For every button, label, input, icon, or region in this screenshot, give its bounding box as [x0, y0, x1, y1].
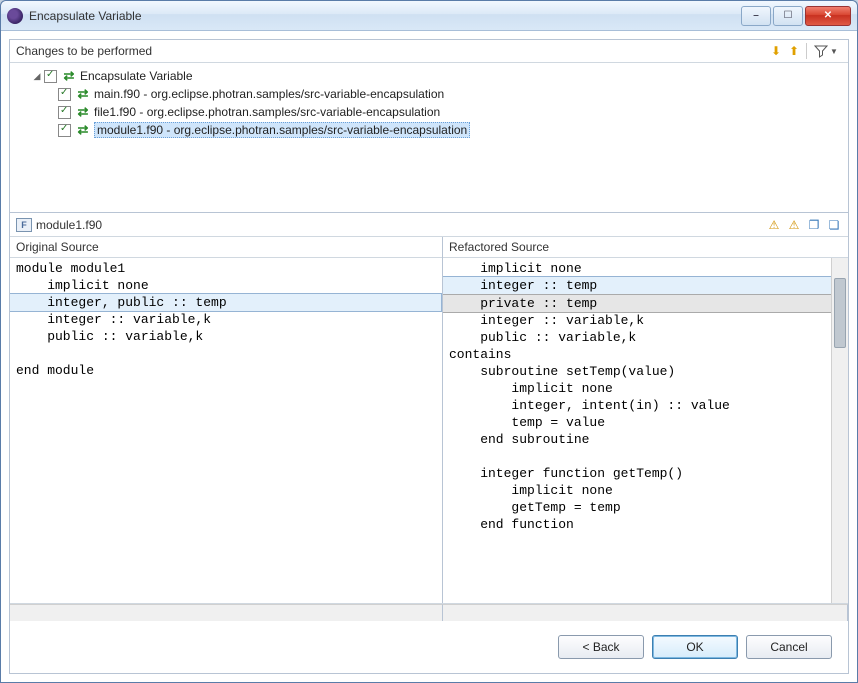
- next-change-icon[interactable]: ⬇: [768, 43, 784, 59]
- compare-viewer: Original Source module module1 implicit …: [10, 237, 848, 604]
- next-diff-icon[interactable]: ⚠: [766, 217, 782, 233]
- changes-header: Changes to be performed ⬇ ⬆ ▼: [10, 40, 848, 63]
- eclipse-icon: [7, 8, 23, 24]
- prev-diff-icon[interactable]: ⚠: [786, 217, 802, 233]
- client-area: Changes to be performed ⬇ ⬆ ▼ ◢ ⇄ Encaps…: [9, 39, 849, 674]
- original-header: Original Source: [10, 237, 442, 258]
- change-file-icon: ⇄: [75, 122, 91, 138]
- tree-root-row[interactable]: ◢ ⇄ Encapsulate Variable: [12, 67, 846, 85]
- dialog-window: Encapsulate Variable Changes to be perfo…: [0, 0, 858, 683]
- checkbox[interactable]: [58, 106, 71, 119]
- horizontal-scrollbars: [10, 604, 848, 621]
- change-composite-icon: ⇄: [61, 68, 77, 84]
- tree-item[interactable]: ⇄ file1.f90 - org.eclipse.photran.sample…: [12, 103, 846, 121]
- fortran-file-icon: F: [16, 218, 32, 232]
- cancel-button[interactable]: Cancel: [746, 635, 832, 659]
- refactored-source-code[interactable]: implicit none integer :: temp private ::…: [443, 258, 831, 603]
- original-source-code[interactable]: module module1 implicit none integer, pu…: [10, 258, 442, 603]
- close-button[interactable]: [805, 6, 851, 26]
- file-band: F module1.f90 ⚠ ⚠ ❐ ❏: [10, 213, 848, 237]
- button-bar: < Back OK Cancel: [10, 621, 848, 673]
- window-title: Encapsulate Variable: [29, 9, 741, 23]
- vertical-scrollbar[interactable]: [831, 258, 848, 603]
- current-file-label: module1.f90: [36, 218, 762, 232]
- change-file-icon: ⇄: [75, 104, 91, 120]
- ok-button[interactable]: OK: [652, 635, 738, 659]
- checkbox[interactable]: [44, 70, 57, 83]
- tree-item-label: main.f90 - org.eclipse.photran.samples/s…: [94, 87, 444, 101]
- tree-item-label: module1.f90 - org.eclipse.photran.sample…: [94, 122, 470, 138]
- maximize-button[interactable]: [773, 6, 803, 26]
- tree-item[interactable]: ⇄ main.f90 - org.eclipse.photran.samples…: [12, 85, 846, 103]
- tree-item-label: file1.f90 - org.eclipse.photran.samples/…: [94, 105, 440, 119]
- refactored-header: Refactored Source: [443, 237, 848, 258]
- tree-root-label: Encapsulate Variable: [80, 69, 193, 83]
- filter-dropdown-icon[interactable]: ▼: [826, 43, 842, 59]
- refactored-pane: Refactored Source implicit none integer …: [443, 237, 848, 603]
- titlebar[interactable]: Encapsulate Variable: [1, 1, 857, 31]
- back-button[interactable]: < Back: [558, 635, 644, 659]
- change-file-icon: ⇄: [75, 86, 91, 102]
- checkbox[interactable]: [58, 88, 71, 101]
- copy-right-icon[interactable]: ❏: [826, 217, 842, 233]
- prev-change-icon[interactable]: ⬆: [786, 43, 802, 59]
- toolbar-separator: [806, 43, 807, 59]
- checkbox[interactable]: [58, 124, 71, 137]
- changes-title: Changes to be performed: [16, 44, 766, 58]
- minimize-button[interactable]: [741, 6, 771, 26]
- original-pane: Original Source module module1 implicit …: [10, 237, 443, 603]
- changes-tree[interactable]: ◢ ⇄ Encapsulate Variable ⇄ main.f90 - or…: [10, 63, 848, 213]
- tree-item[interactable]: ⇄ module1.f90 - org.eclipse.photran.samp…: [12, 121, 846, 139]
- scrollbar-thumb[interactable]: [834, 278, 846, 348]
- hscroll-right[interactable]: [443, 604, 848, 621]
- copy-left-icon[interactable]: ❐: [806, 217, 822, 233]
- collapse-icon[interactable]: ◢: [30, 69, 44, 83]
- hscroll-left[interactable]: [10, 604, 443, 621]
